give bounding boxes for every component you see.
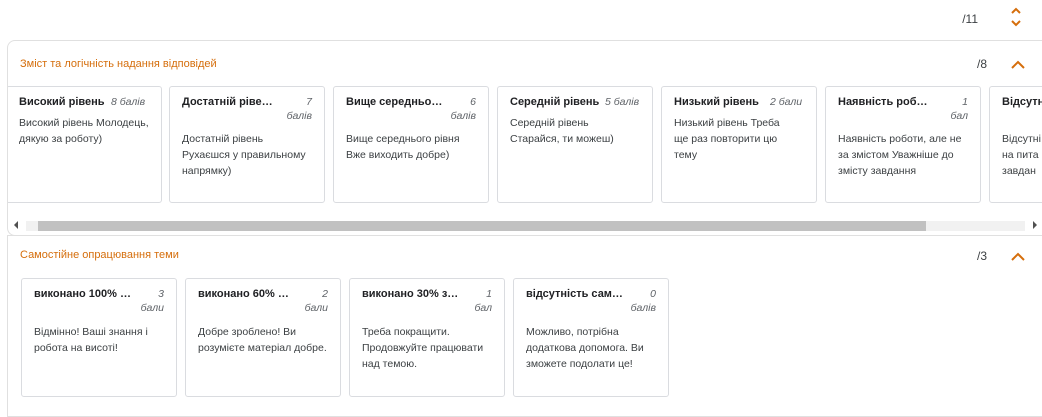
level-name: виконано 100% завдання (34, 288, 136, 300)
rubric-section: Самостійне опрацювання теми /3 виконано … (7, 235, 1042, 417)
level-description: Достатній рівень Рухаєшся у правильному … (182, 133, 306, 177)
level-card[interactable]: Низький рівень 2 бали Низький рівень Тре… (661, 86, 817, 203)
level-description: Наявність роботи, але не за змістом Уваж… (838, 133, 962, 177)
level-points: 2 бали (770, 96, 803, 108)
level-points-unit: бал (950, 110, 968, 122)
level-card[interactable]: Середній рівень 5 балів Середній рівень … (497, 86, 653, 203)
section-score: /3 (976, 249, 987, 263)
level-description: Відсутні на пита завдан (1002, 133, 1041, 177)
level-name: виконано 60% завдання (198, 288, 294, 300)
level-points-unit: бали (304, 302, 328, 314)
level-points-number: 3 (158, 288, 164, 300)
level-points-unit: бал (474, 302, 492, 314)
level-points: 8 балів (111, 96, 146, 108)
level-points-number: 7 (306, 96, 312, 108)
level-description: Треба покращити. Продовжуйте працювати н… (362, 326, 484, 370)
level-name: відсутність самостійної роботи (526, 288, 626, 300)
level-cards: Високий рівень 8 балів Високий рівень Мо… (8, 86, 1042, 203)
level-description: Відмінно! Ваші знання і робота на висоті… (34, 326, 148, 354)
level-name: Відсутні (1002, 96, 1042, 108)
level-card[interactable]: відсутність самостійної роботи 0 балів М… (513, 278, 669, 397)
section-score: /8 (976, 57, 987, 71)
horizontal-scrollbar[interactable] (8, 217, 1042, 232)
level-points-unit: балів (630, 302, 656, 314)
collapse-all-icon[interactable] (1008, 7, 1024, 27)
level-name: Низький рівень (674, 96, 759, 108)
scroll-left-arrow-icon[interactable] (14, 221, 18, 229)
level-card[interactable]: виконано 30% завдання 1 бал Треба покращ… (349, 278, 505, 397)
level-points-unit: балів (286, 110, 312, 122)
level-points-number: 1 (962, 96, 968, 108)
scroll-right-arrow-icon[interactable] (1033, 221, 1037, 229)
scrollbar-thumb[interactable] (38, 221, 926, 231)
level-description: Добре зроблено! Ви розумієте матеріал до… (198, 326, 327, 354)
level-name: Високий рівень (19, 96, 105, 108)
level-name: Наявність роботи, але (838, 96, 930, 108)
level-name: виконано 30% завдання (362, 288, 462, 300)
level-description: Вище середнього рівня Вже виходить добре… (346, 133, 460, 161)
level-name: Вище середнього рівня (346, 96, 444, 108)
level-card[interactable]: Високий рівень 8 балів Високий рівень Мо… (8, 86, 162, 203)
section-title: Зміст та логічність надання відповідей (20, 58, 217, 70)
level-points-unit: балів (450, 110, 476, 122)
level-name: Достатній рівень (182, 96, 274, 108)
total-score: /11 (962, 12, 978, 26)
chevron-up-icon[interactable] (1011, 60, 1025, 70)
level-points-number: 0 (650, 288, 656, 300)
chevron-up-icon[interactable] (1011, 252, 1025, 262)
level-description: Низький рівень Треба ще раз повторити цю… (674, 117, 780, 161)
level-card[interactable]: виконано 100% завдання 3 бали Відмінно! … (21, 278, 177, 397)
level-card[interactable]: Достатній рівень 7 балів Достатній рівен… (169, 86, 325, 203)
level-name: Середній рівень (510, 96, 600, 108)
level-card[interactable]: Наявність роботи, але 1 бал Наявність ро… (825, 86, 981, 203)
level-description: Можливо, потрібна додаткова допомога. Ви… (526, 326, 644, 370)
level-points: 5 балів (605, 96, 640, 108)
level-card[interactable]: Відсутні Відсутні на пита завдан (989, 86, 1042, 203)
level-cards: виконано 100% завдання 3 бали Відмінно! … (8, 278, 1042, 398)
level-description: Високий рівень Молодець, дякую за роботу… (19, 117, 149, 145)
level-card[interactable]: виконано 60% завдання 2 бали Добре зробл… (185, 278, 341, 397)
rubric-section: Зміст та логічність надання відповідей /… (7, 40, 1042, 236)
level-description: Середній рівень Старайся, ти можеш) (510, 117, 614, 145)
section-title: Самостійне опрацювання теми (20, 249, 179, 261)
level-card[interactable]: Вище середнього рівня 6 балів Вище серед… (333, 86, 489, 203)
level-points-number: 6 (470, 96, 476, 108)
level-points-unit: бали (140, 302, 164, 314)
level-points-number: 1 (486, 288, 492, 300)
level-points-number: 2 (322, 288, 328, 300)
